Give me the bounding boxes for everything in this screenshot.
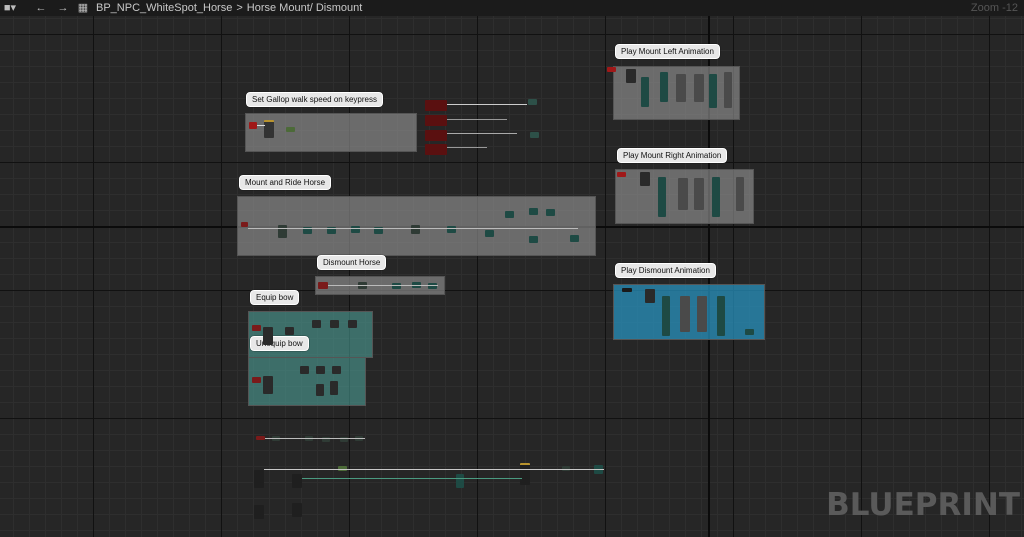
blueprint-node[interactable] (263, 376, 273, 394)
blueprint-node[interactable] (256, 436, 265, 440)
blueprint-node[interactable] (485, 230, 494, 237)
blueprint-node[interactable] (520, 463, 530, 485)
blueprint-node[interactable] (645, 289, 655, 303)
blueprint-node[interactable] (330, 381, 338, 395)
blueprint-node[interactable] (348, 320, 357, 328)
blueprint-node[interactable] (736, 177, 744, 211)
blueprint-node[interactable] (505, 211, 514, 218)
blueprint-node[interactable] (392, 283, 401, 289)
blueprint-node[interactable] (428, 283, 437, 289)
blueprint-node[interactable] (264, 120, 274, 138)
blueprint-node[interactable] (641, 77, 649, 107)
data-wire (302, 478, 522, 479)
blueprint-node[interactable] (529, 236, 538, 243)
blueprint-node[interactable] (622, 288, 632, 292)
blueprint-node[interactable] (456, 474, 464, 488)
blueprint-node[interactable] (745, 329, 754, 335)
blueprint-node[interactable] (724, 72, 732, 108)
blueprint-node[interactable] (286, 127, 295, 132)
blueprint-node[interactable] (292, 474, 302, 488)
blueprint-node[interactable] (300, 366, 309, 374)
comment-title-unequip-bow[interactable]: Unequip bow (250, 336, 309, 351)
breadcrumb-asset[interactable]: BP_NPC_WhiteSpot_Horse (96, 0, 232, 16)
blueprint-node[interactable] (425, 100, 447, 111)
comment-title-mount-left[interactable]: Play Mount Left Animation (615, 44, 720, 59)
blueprint-node[interactable] (529, 208, 538, 215)
exec-wire (447, 104, 527, 105)
blueprint-node[interactable] (425, 130, 447, 141)
blueprint-node[interactable] (252, 377, 261, 383)
blueprint-node[interactable] (425, 144, 447, 155)
blueprint-node[interactable] (712, 177, 720, 217)
blueprint-node[interactable] (660, 72, 668, 102)
blueprint-node[interactable] (254, 505, 264, 519)
exec-wire (257, 125, 265, 126)
blueprint-node[interactable] (570, 235, 579, 242)
comment-title-mount-right[interactable]: Play Mount Right Animation (617, 148, 728, 163)
blueprint-node[interactable] (607, 67, 616, 72)
blueprint-node[interactable] (717, 296, 725, 336)
blueprint-node[interactable] (546, 209, 555, 216)
blueprint-graph-icon: ▦ (77, 2, 89, 14)
breadcrumb-separator: > (236, 2, 243, 14)
blueprint-node[interactable] (318, 282, 328, 289)
blueprint-node[interactable] (425, 115, 447, 126)
blueprint-node[interactable] (241, 222, 248, 227)
blueprint-node[interactable] (254, 470, 264, 488)
blueprint-node[interactable] (411, 225, 420, 234)
blueprint-node[interactable] (252, 325, 261, 331)
blueprint-node[interactable] (658, 177, 666, 217)
back-arrow-icon[interactable]: ← (34, 0, 48, 16)
blueprint-node[interactable] (312, 320, 321, 328)
exec-wire (264, 469, 604, 470)
forward-arrow-icon[interactable]: → (56, 0, 70, 16)
blueprint-node[interactable] (292, 503, 302, 517)
blueprint-node[interactable] (316, 366, 325, 374)
blueprint-node[interactable] (678, 178, 688, 210)
blueprint-node[interactable] (640, 172, 650, 186)
blueprint-node[interactable] (709, 74, 717, 108)
blueprint-node[interactable] (528, 99, 537, 105)
zoom-level: Zoom -12 (970, 2, 1018, 14)
blueprint-node[interactable] (285, 327, 294, 335)
exec-wire (447, 119, 507, 120)
blueprint-node[interactable] (697, 296, 707, 332)
blueprint-node[interactable] (530, 132, 539, 138)
blueprint-node[interactable] (263, 327, 273, 345)
blueprint-node[interactable] (680, 296, 690, 332)
comment-title-mount-ride[interactable]: Mount and Ride Horse (239, 175, 332, 190)
blueprint-node[interactable] (330, 320, 339, 328)
blueprint-node[interactable] (316, 384, 324, 396)
exec-wire (265, 438, 365, 439)
graph-toolbar: ■▾ ← → ▦ BP_NPC_WhiteSpot_Horse > Horse … (0, 0, 1024, 16)
blueprint-node[interactable] (332, 366, 341, 374)
comment-title-dismount-anim[interactable]: Play Dismount Animation (615, 263, 716, 278)
blueprint-node[interactable] (249, 122, 257, 129)
comment-title-equip-bow[interactable]: Equip bow (250, 290, 300, 305)
blueprint-watermark: BLUEPRINT (826, 487, 1020, 523)
blueprint-node[interactable] (617, 172, 626, 177)
graph-canvas[interactable]: Set Gallop walk speed on keypress Mount … (0, 0, 1024, 537)
comment-title-gallop-speed[interactable]: Set Gallop walk speed on keypress (246, 92, 383, 107)
exec-wire (248, 228, 578, 229)
comment-title-dismount[interactable]: Dismount Horse (317, 255, 387, 270)
blueprint-node[interactable] (694, 178, 704, 210)
breadcrumb-graph[interactable]: Horse Mount/ Dismount (247, 0, 363, 16)
exec-wire (328, 285, 438, 286)
exec-wire (447, 147, 487, 148)
blueprint-node[interactable] (626, 69, 636, 83)
exec-wire (447, 133, 517, 134)
blueprint-node[interactable] (278, 225, 287, 238)
blueprint-node[interactable] (694, 74, 704, 102)
blueprint-node[interactable] (662, 296, 670, 336)
blueprint-node[interactable] (676, 74, 686, 102)
graph-menu-icon[interactable]: ■▾ (2, 0, 18, 16)
